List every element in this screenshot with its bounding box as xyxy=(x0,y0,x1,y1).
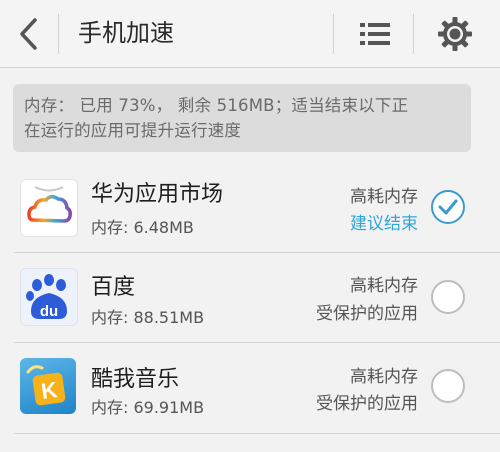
app-row-kuwo[interactable]: K 酷我音乐 内存: 69.91MB 高耗内存 受保护的应用 xyxy=(0,343,500,433)
divider xyxy=(333,14,334,54)
checkmark-icon xyxy=(438,199,458,215)
memory-info-banner: 内存： 已用 73%， 剩余 516MB；适当结束以下正 在运行的应用可提升运行… xyxy=(13,84,471,152)
app-row-huawei[interactable]: 华为应用市场 内存: 6.48MB 高耗内存 建议结束 xyxy=(0,162,500,252)
huawei-appmarket-icon xyxy=(20,179,78,237)
app-name: 百度 xyxy=(91,275,136,300)
list-icon xyxy=(360,22,390,45)
app-checkbox[interactable] xyxy=(431,280,465,314)
app-status-top: 高耗内存 xyxy=(350,367,418,387)
memory-info-line2: 在运行的应用可提升运行速度 xyxy=(24,121,242,140)
app-status-bottom: 受保护的应用 xyxy=(316,304,418,324)
app-row-baidu[interactable]: du 百度 内存: 88.51MB 高耗内存 受保护的应用 xyxy=(0,253,500,343)
divider xyxy=(413,14,414,54)
svg-text:du: du xyxy=(40,303,58,320)
row-divider xyxy=(14,433,500,434)
divider xyxy=(58,14,59,54)
baidu-icon: du xyxy=(20,268,78,326)
app-checkbox[interactable] xyxy=(431,190,465,224)
app-status-top: 高耗内存 xyxy=(350,276,418,296)
app-memory: 内存: 6.48MB xyxy=(91,218,194,237)
app-status-top: 高耗内存 xyxy=(350,187,418,207)
app-checkbox[interactable] xyxy=(431,369,465,403)
memory-info-line1: 内存： 已用 73%， 剩余 516MB；适当结束以下正 xyxy=(24,96,409,115)
app-name: 酷我音乐 xyxy=(91,367,180,392)
app-memory: 内存: 69.91MB xyxy=(91,398,205,417)
chevron-left-icon xyxy=(20,17,37,50)
page-title: 手机加速 xyxy=(78,19,174,47)
app-memory: 内存: 88.51MB xyxy=(91,308,205,327)
app-name: 华为应用市场 xyxy=(91,182,224,207)
list-menu-button[interactable] xyxy=(345,0,405,67)
title-bar: 手机加速 xyxy=(0,0,500,68)
app-status-bottom: 受保护的应用 xyxy=(316,394,418,414)
app-status-bottom: 建议结束 xyxy=(350,214,418,234)
settings-button[interactable] xyxy=(425,0,485,67)
kuwo-music-icon: K xyxy=(20,358,76,414)
gear-icon xyxy=(438,16,472,51)
back-button[interactable] xyxy=(0,0,56,67)
